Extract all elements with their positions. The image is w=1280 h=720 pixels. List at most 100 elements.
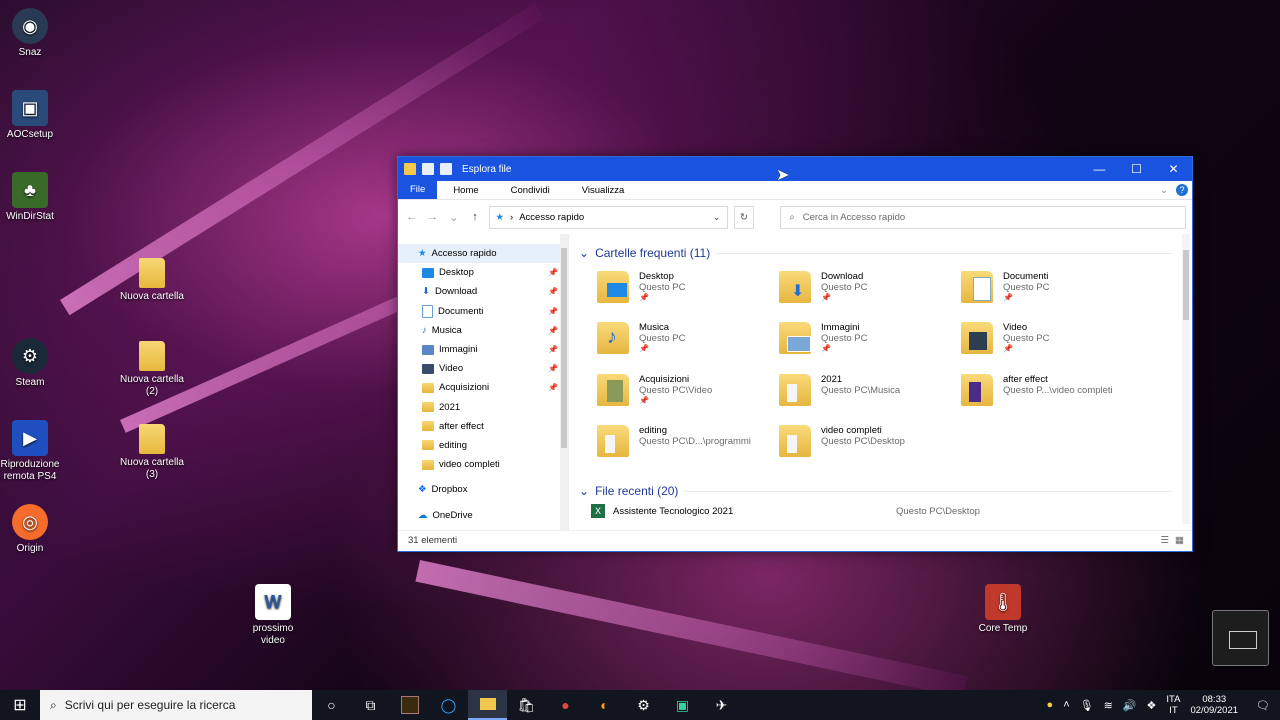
nav-item-acquisizioni[interactable]: Acquisizioni 📌 — [398, 378, 568, 397]
store-icon[interactable]: 🛍 — [507, 690, 546, 720]
steam-icon: ⚙ — [12, 338, 48, 374]
desktop-icon-origin[interactable]: ◎ Origin — [0, 504, 62, 555]
search-input[interactable]: ⌕ Cerca in Accesso rapido — [780, 205, 1186, 229]
folder-tile-acquisizioni[interactable]: Acquisizioni Questo PC\Video 📌 — [597, 373, 779, 425]
folder-tile-editing[interactable]: editing Questo PC\D...\programmi — [597, 424, 779, 476]
nav-item-desktop[interactable]: Desktop 📌 — [398, 263, 568, 282]
nav-item-onedrive[interactable]: ☁ OneDrive — [398, 505, 568, 524]
xbox-icon[interactable]: ✈ — [702, 690, 741, 720]
chevron-down-icon: ⌄ — [579, 484, 590, 499]
cortana-ring-icon[interactable]: ◯ — [429, 690, 468, 720]
nav-scrollbar[interactable] — [560, 234, 568, 530]
microphone-icon[interactable]: 🎙 — [1080, 699, 1094, 712]
desktop-icon-ps4-remote[interactable]: ▶ Riproduzione remota PS4 — [0, 420, 62, 483]
pictures-folder-icon — [779, 322, 811, 355]
folder-tile-desktop[interactable]: Desktop Questo PC 📌 — [597, 271, 779, 322]
language-indicator[interactable]: ITA IT — [1166, 694, 1180, 716]
dropbox-icon[interactable]: ❖ — [1147, 699, 1157, 712]
folder-tile-musica[interactable]: ♪ Musica Questo PC 📌 — [597, 322, 779, 373]
excel-file-icon: X — [591, 504, 605, 519]
cortana-button[interactable]: ○ — [312, 690, 351, 720]
nav-item-immagini[interactable]: Immagini 📌 — [398, 340, 568, 359]
file-explorer-taskbar-button[interactable] — [468, 690, 507, 720]
tab-condividi[interactable]: Condividi — [495, 185, 566, 196]
properties-icon[interactable] — [422, 163, 434, 175]
nav-item-download[interactable]: ⬇ Download 📌 — [398, 282, 568, 301]
nav-item-musica[interactable]: ♪ Musica 📌 — [398, 321, 568, 340]
folder-tile-download[interactable]: ⬇ Download Questo PC 📌 — [779, 271, 961, 322]
expand-ribbon-icon[interactable]: ⌄ — [1160, 185, 1168, 196]
refresh-button[interactable]: ↻ — [733, 205, 755, 229]
desktop-icon-snaz[interactable]: ◉ Snaz — [0, 8, 62, 59]
desktop-icon-core-temp[interactable]: 🌡 Core Temp — [971, 584, 1035, 635]
nav-item-video-completi[interactable]: video completi — [398, 455, 568, 474]
pin-icon: 📌 — [639, 344, 649, 354]
details-view-icon[interactable]: ☰ — [1160, 535, 1169, 546]
screen-keyboard-widget[interactable] — [1212, 610, 1269, 666]
chevron-up-icon[interactable]: ˄ — [1063, 699, 1069, 711]
notifications-icon[interactable]: 🗨 — [1256, 699, 1270, 712]
taskbar-search-box[interactable]: ⌕ Scrivi qui per eseguire la ricerca — [40, 690, 312, 720]
folder-tile-documenti[interactable]: Documenti Questo PC 📌 — [961, 271, 1143, 322]
desktop-icon-nuova-cartella[interactable]: Nuova cartella — [120, 258, 184, 303]
nav-item-video[interactable]: Video 📌 — [398, 359, 568, 378]
volume-icon[interactable]: 🔊 — [1123, 699, 1137, 712]
nav-item-accesso-rapido[interactable]: ★ Accesso rapido — [398, 244, 568, 264]
nav-item-documenti[interactable]: Documenti 📌 — [398, 302, 568, 321]
ccleaner-icon[interactable]: ◐ — [585, 690, 624, 720]
nav-item-editing[interactable]: editing — [398, 436, 568, 455]
folder-tile-video-completi[interactable]: video completi Questo PC\Desktop — [779, 424, 961, 476]
content-scrollbar[interactable] — [1182, 234, 1190, 524]
start-button[interactable]: ⊞ — [0, 695, 40, 715]
desktop-icon-aocsetup[interactable]: ▣ AOCsetup — [0, 90, 62, 141]
recent-files-header[interactable]: ⌄ File recenti (20) — [579, 484, 1192, 498]
forward-button[interactable]: → — [425, 211, 440, 223]
folder-icon — [597, 373, 629, 406]
nav-scrollbar-thumb[interactable] — [561, 248, 567, 448]
desktop-icon-windirstat[interactable]: ♣ WinDirStat — [0, 172, 62, 223]
folder-tile-after-effect[interactable]: after effect Questo P...\video completi — [961, 373, 1143, 425]
steam-icon[interactable]: ⚙ — [624, 690, 663, 720]
nav-item-after-effect[interactable]: after effect — [398, 417, 568, 436]
task-view-button[interactable]: ⧉ — [351, 690, 390, 720]
content-pane: ⌄ Cartelle frequenti (11) Desktop Questo … — [569, 234, 1192, 530]
clock[interactable]: 08:33 02/09/2021 — [1190, 694, 1238, 716]
help-icon[interactable]: ? — [1176, 184, 1188, 196]
new-folder-icon[interactable] — [440, 163, 452, 175]
tree-icon: ♣ — [12, 172, 48, 208]
chrome-icon[interactable]: ● — [546, 690, 585, 720]
breadcrumb[interactable]: Accesso rapido — [519, 212, 584, 223]
minimize-button[interactable]: — — [1081, 162, 1118, 176]
desktop-icon-prossimo-video[interactable]: W prossimo video — [241, 584, 305, 647]
chevron-down-icon: ⌄ — [579, 246, 590, 260]
folder-tile-2021[interactable]: 2021 Questo PC\Musica — [779, 373, 961, 425]
desktop-icon-steam[interactable]: ⚙ Steam — [0, 338, 62, 389]
recent-locations-icon[interactable]: ⌄ — [446, 211, 461, 224]
game-icon[interactable]: ▣ — [663, 690, 702, 720]
content-scrollbar-thumb[interactable] — [1183, 250, 1189, 320]
pictures-icon — [422, 344, 434, 355]
folder-tile-video[interactable]: Video Questo PC 📌 — [961, 322, 1143, 373]
tab-home[interactable]: Home — [437, 185, 494, 196]
close-button[interactable]: ✕ — [1155, 162, 1192, 176]
nav-item-dropbox[interactable]: ❖ Dropbox — [398, 480, 568, 499]
network-icon[interactable]: ≋ — [1104, 699, 1113, 712]
chevron-down-icon[interactable]: ⌄ — [713, 212, 721, 223]
weather-icon[interactable]: ● — [1047, 699, 1054, 711]
address-bar[interactable]: ★ › Accesso rapido ⌄ — [488, 205, 728, 229]
recent-file-row[interactable]: X Assistente Tecnologico 2021 Questo PC\… — [591, 504, 1192, 519]
tab-file[interactable]: File — [398, 181, 438, 199]
back-button[interactable]: ← — [404, 211, 419, 223]
frequent-folders-header[interactable]: ⌄ Cartelle frequenti (11) — [579, 246, 1192, 260]
desktop-icon-nuova-cartella-2[interactable]: Nuova cartella (2) — [120, 341, 184, 398]
tab-visualizza[interactable]: Visualizza — [566, 185, 641, 196]
folder-tile-immagini[interactable]: Immagini Questo PC 📌 — [779, 322, 961, 373]
desktop-icon-nuova-cartella-3[interactable]: Nuova cartella (3) — [120, 424, 184, 481]
maximize-button[interactable]: ☐ — [1118, 162, 1155, 176]
nav-item-2021[interactable]: 2021 — [398, 398, 568, 417]
desktop-folder-icon — [597, 271, 629, 303]
large-icons-view-icon[interactable]: ▦ — [1175, 535, 1184, 546]
title-bar[interactable]: Esplora file — ☐ ✕ — [398, 157, 1192, 181]
up-button[interactable]: ↑ — [467, 211, 482, 223]
app-icon-generic[interactable] — [390, 690, 429, 720]
